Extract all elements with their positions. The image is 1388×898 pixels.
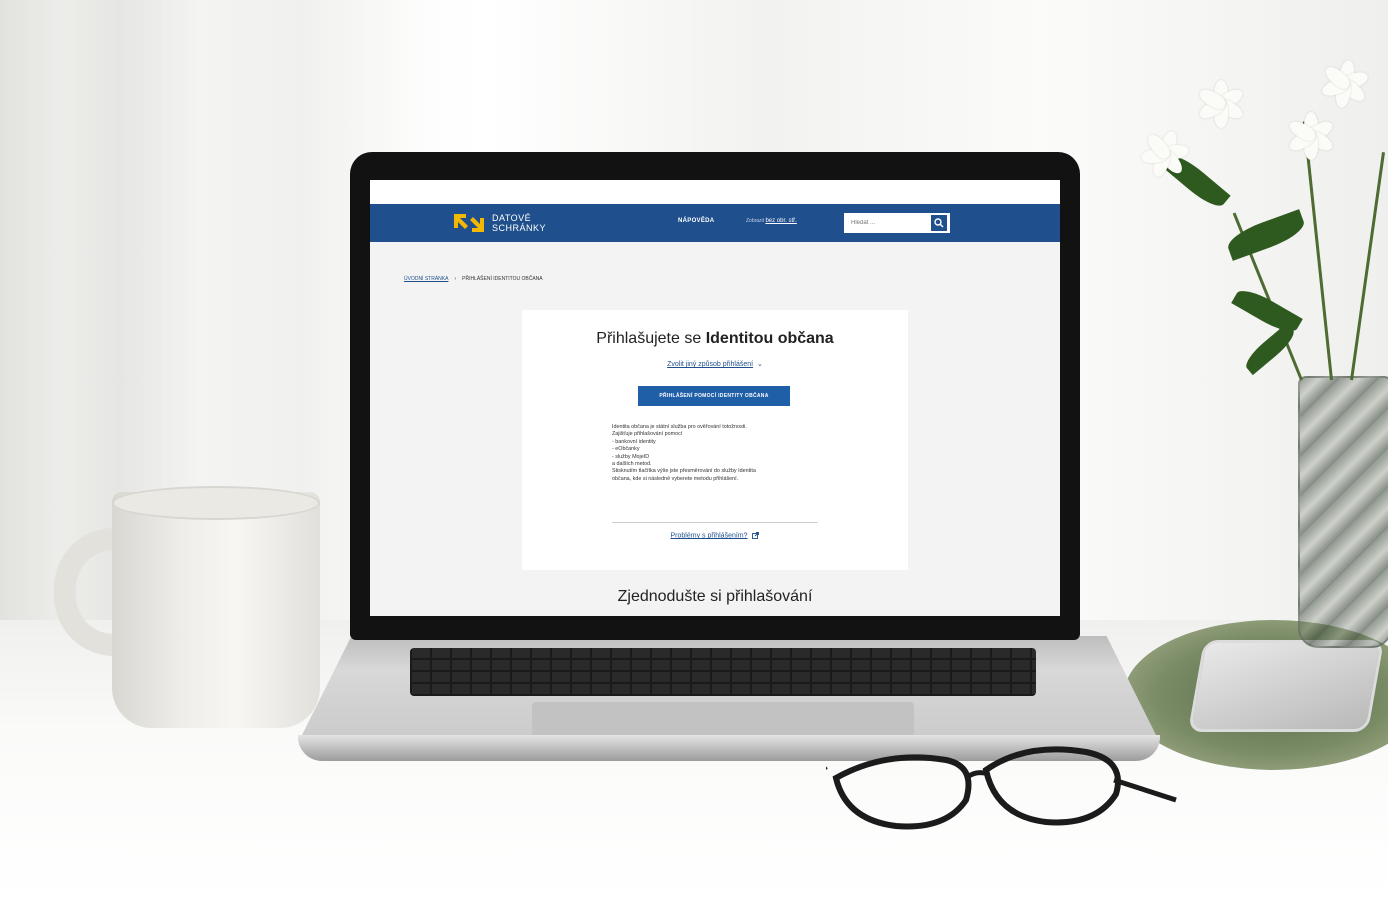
breadcrumb: ÚVODNÍ STRÁNKA › PŘIHLÁŠENÍ IDENTITOU OB…: [404, 276, 543, 282]
divider: [612, 522, 818, 523]
breadcrumb-separator: ›: [454, 276, 457, 282]
choose-other-label: Zvolit jiný způsob přihlášení: [667, 361, 754, 368]
info-line: Stisknutím tlačítka výše jste přesměrová…: [612, 468, 756, 475]
chevron-down-icon: ⌄: [755, 361, 763, 368]
info-line: a dalších metod.: [612, 461, 652, 468]
search-icon: [934, 218, 944, 228]
logo-text: DATOVÉ SCHRÁNKY: [492, 213, 546, 233]
search-button[interactable]: [929, 213, 949, 233]
lily-flower: [1320, 59, 1370, 109]
nav-help-link[interactable]: NÁPOVĚDA: [678, 218, 714, 224]
nav-accessible-link[interactable]: bez obr. stř.: [765, 218, 796, 224]
info-line: občana, kde si následně vyberete metodu …: [612, 475, 739, 482]
laptop-screen: DATOVÉ SCHRÁNKY NÁPOVĚDA Zobrazit bez ob…: [370, 180, 1060, 616]
info-line: - služby MojeID: [612, 453, 650, 460]
title-prefix: Přihlašujete se: [596, 330, 702, 347]
browser-top-strip: [370, 180, 1060, 204]
site-header: DATOVÉ SCHRÁNKY NÁPOVĚDA Zobrazit bez ob…: [370, 204, 1060, 242]
title-bold: Identitou občana: [705, 330, 834, 347]
section-heading: Zjednodušte si přihlašování: [617, 588, 813, 605]
external-link-icon: [752, 532, 760, 539]
breadcrumb-home[interactable]: ÚVODNÍ STRÁNKA: [404, 276, 448, 282]
laptop-keyboard: [410, 648, 1036, 696]
problems-link[interactable]: Problémy s přihlášením?: [522, 532, 908, 539]
eyeglasses: [826, 746, 1177, 830]
info-line: - eObčanky: [612, 446, 640, 453]
nav-accessible-toggle[interactable]: Zobrazit bez obr. stř.: [746, 218, 797, 224]
info-line: - bankovní identity: [612, 438, 656, 445]
login-identity-button[interactable]: PŘIHLÁŠENÍ POMOCÍ IDENTITY OBČANA: [638, 386, 790, 406]
datove-schranky-logo-icon: [454, 214, 484, 232]
logo-line-1: DATOVÉ: [492, 213, 532, 223]
search-box: [844, 213, 950, 233]
info-text: Identita občana je státní služba pro ově…: [612, 424, 822, 483]
page-title: Přihlašujete se Identitou občana: [522, 330, 908, 348]
login-card: Přihlašujete se Identitou občana Zvolit …: [522, 310, 908, 570]
mug-rim: [112, 486, 320, 520]
lily-flower: [1196, 80, 1246, 128]
logo-line-2: SCHRÁNKY: [492, 223, 547, 233]
glass-vase: [1298, 376, 1388, 648]
lily-flower: [1140, 129, 1190, 179]
search-input[interactable]: [845, 214, 929, 232]
nav-accessible-prefix: Zobrazit: [746, 218, 765, 224]
breadcrumb-current: PŘIHLÁŠENÍ IDENTITOU OBČANA: [462, 276, 543, 282]
problems-label: Problémy s přihlášením?: [670, 532, 748, 540]
mug: [112, 492, 320, 728]
lily-flower: [1286, 112, 1336, 160]
choose-other-method-link[interactable]: Zvolit jiný způsob přihlášení ⌄: [522, 360, 908, 368]
info-line: Zajišťuje přihlašování pomocí: [612, 431, 683, 438]
site-logo[interactable]: DATOVÉ SCHRÁNKY: [452, 212, 546, 234]
smartphone: [1187, 640, 1385, 732]
info-line: Identita občana je státní služba pro ově…: [612, 424, 747, 430]
